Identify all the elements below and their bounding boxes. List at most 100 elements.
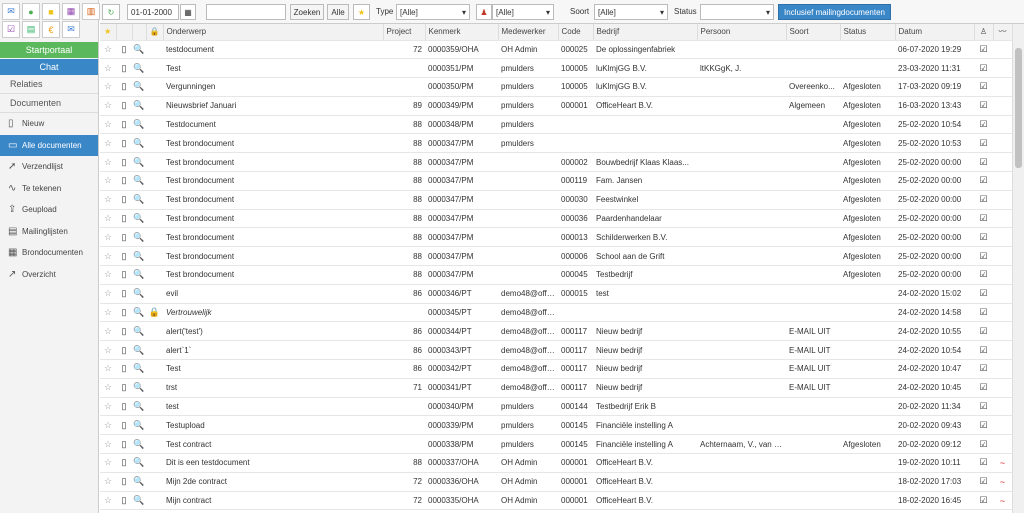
sidebar-item-brondocumenten[interactable]: ▦ Brondocumenten: [0, 242, 98, 264]
favorite-star-icon[interactable]: ☆: [100, 171, 116, 191]
table-row[interactable]: ☆ ▯ 🔍 alert`1` 86 0000343/PT demo48@offi... 000…: [100, 340, 1012, 361]
table-row[interactable]: ☆ ▯ 🔍 Testupload 0000339/PM pmulders 000145 Fin…: [100, 415, 1012, 436]
favorite-star-icon[interactable]: ☆: [100, 133, 116, 154]
status-select[interactable]: ▾: [700, 4, 774, 20]
checkbox-icon[interactable]: ☑: [974, 77, 993, 97]
checkbox-icon[interactable]: ☑: [974, 284, 993, 304]
favorite-star-icon[interactable]: ☆: [100, 491, 116, 511]
col-project[interactable]: Project: [383, 24, 426, 41]
table-row[interactable]: ☆ ▯ 🔍 Mijn 2de contract 72 0000336/OHA OH Admi…: [100, 472, 1012, 492]
checkbox-icon[interactable]: ☑: [974, 491, 993, 511]
preview-search-icon[interactable]: 🔍: [132, 303, 146, 323]
lock-column-icon[interactable]: 🔒: [146, 24, 164, 41]
all-button[interactable]: Alle: [327, 4, 349, 20]
checkbox-icon[interactable]: ☑: [974, 303, 993, 323]
checkbox-icon[interactable]: ☑: [974, 340, 993, 361]
col-onderwerp[interactable]: Onderwerp: [163, 24, 384, 41]
table-row[interactable]: ☆ ▯ 🔍 testdocument 72 0000359/OHA OH Admin 0000…: [100, 40, 1012, 60]
checkbox-icon[interactable]: ☑: [974, 152, 993, 173]
checkbox-icon[interactable]: ☑: [974, 115, 993, 135]
table-row[interactable]: ☆ ▯ 🔍 Test contract 0000338/PM pmulders 000145…: [100, 434, 1012, 455]
sidebar-item-mailinglijsten[interactable]: ▤ Mailinglijsten: [0, 221, 98, 243]
table-row[interactable]: ☆ ▯ 🔍 Test brondocument 88 0000347/PM 000006 Sc…: [100, 246, 1012, 267]
favorite-star-icon[interactable]: ☆: [100, 397, 116, 417]
table-row[interactable]: ☆ ▯ 🔍 Dit is een testdocument 88 0000337/OHA O…: [100, 453, 1012, 473]
checkbox-icon[interactable]: ☑: [974, 246, 993, 267]
star-column-icon[interactable]: ★: [100, 24, 117, 41]
table-row[interactable]: ☆ ▯ 🔍 Test brondocument 88 0000347/PM 000036 Pa…: [100, 209, 1012, 229]
table-row[interactable]: ☆ ▯ 🔍 Mijn contract 72 0000335/OHA OH Admin 000…: [100, 491, 1012, 511]
calendar-picker-icon[interactable]: ▦: [180, 4, 196, 20]
preview-search-icon[interactable]: 🔍: [132, 246, 146, 267]
table-row[interactable]: ☆ ▯ 🔍 Testdocument 88 0000348/PM pmulders Afges…: [100, 115, 1012, 135]
task-icon[interactable]: ☑: [2, 21, 20, 38]
checkbox-icon[interactable]: ☑: [974, 209, 993, 229]
preview-search-icon[interactable]: 🔍: [132, 397, 146, 417]
favorite-star-icon[interactable]: ☆: [100, 40, 116, 60]
date-input[interactable]: 01-01-2000: [127, 4, 179, 20]
sidebar-item-alle-documenten[interactable]: ▭ Alle documenten: [0, 134, 98, 156]
scrollbar-thumb[interactable]: [1015, 48, 1022, 168]
favorite-star-icon[interactable]: ☆: [100, 246, 116, 267]
checkbox-icon[interactable]: ☑: [974, 321, 993, 342]
favorite-star-icon[interactable]: ★: [353, 4, 370, 20]
col-kenmerk[interactable]: Kenmerk: [425, 24, 499, 41]
table-row[interactable]: ☆ ▯ 🔍 Nieuwsbrief Januari 89 0000349/PM pmulde…: [100, 96, 1012, 116]
preview-search-icon[interactable]: 🔍: [132, 359, 146, 379]
checkbox-icon[interactable]: ☑: [974, 40, 993, 60]
chat-icon[interactable]: ●: [22, 3, 40, 20]
favorite-star-icon[interactable]: ☆: [100, 472, 116, 492]
favorite-star-icon[interactable]: ☆: [100, 265, 116, 285]
preview-search-icon[interactable]: 🔍: [132, 472, 146, 492]
preview-search-icon[interactable]: 🔍: [132, 321, 146, 342]
startportaal-button[interactable]: Startportaal: [0, 42, 98, 58]
preview-search-icon[interactable]: 🔍: [132, 133, 146, 154]
include-mailing-button[interactable]: Inclusief mailingdocumenten: [778, 4, 891, 20]
refresh-icon[interactable]: ↻: [102, 4, 120, 20]
sidebar-item-overzicht[interactable]: ↗ Overzicht: [0, 264, 98, 286]
checkbox-icon[interactable]: ☑: [974, 415, 993, 436]
checkbox-icon[interactable]: ☑: [974, 434, 993, 455]
preview-search-icon[interactable]: 🔍: [132, 434, 146, 455]
favorite-star-icon[interactable]: ☆: [100, 321, 116, 342]
table-row[interactable]: ☆ ▯ 🔍 Test brondocument 88 0000347/PM 000119 Fa…: [100, 171, 1012, 191]
table-row[interactable]: ☆ ▯ 🔍 Test brondocument 88 0000347/PM 000013 Sc…: [100, 227, 1012, 248]
user-select[interactable]: [Alle] ▾: [492, 4, 554, 20]
favorite-star-icon[interactable]: ☆: [100, 415, 116, 436]
envelope-icon[interactable]: ✉: [62, 21, 80, 38]
search-input[interactable]: [206, 4, 286, 20]
type-select[interactable]: [Alle] ▾: [396, 4, 470, 20]
preview-search-icon[interactable]: 🔍: [132, 115, 146, 135]
favorite-star-icon[interactable]: ☆: [100, 77, 116, 97]
col-soort[interactable]: Soort: [786, 24, 841, 41]
table-row[interactable]: ☆ ▯ 🔍 Test brondocument 88 0000347/PM 000030 Fe…: [100, 190, 1012, 210]
favorite-star-icon[interactable]: ☆: [100, 359, 116, 379]
col-medewerker[interactable]: Medewerker: [498, 24, 559, 41]
table-row[interactable]: ☆ ▯ 🔍 evil 86 0000346/PT demo48@offi... 000015 t…: [100, 284, 1012, 304]
checkbox-icon[interactable]: ☑: [974, 397, 993, 417]
sidebar-item-verzendlijst[interactable]: ➚ Verzendlijst: [0, 156, 98, 178]
favorite-star-icon[interactable]: ☆: [100, 152, 116, 173]
favorite-star-icon[interactable]: ☆: [100, 453, 116, 473]
sidebar-item-nieuw[interactable]: ▯ Nieuw: [0, 113, 98, 135]
mail-icon[interactable]: ✉: [2, 3, 20, 20]
preview-search-icon[interactable]: 🔍: [132, 171, 146, 191]
signature-column-icon[interactable]: 〰: [993, 24, 1012, 41]
table-row[interactable]: ☆ ▯ 🔍 Test brondocument 88 0000347/PM 000045 Te…: [100, 265, 1012, 285]
favorite-star-icon[interactable]: ☆: [100, 227, 116, 248]
favorite-star-icon[interactable]: ☆: [100, 434, 116, 455]
table-row[interactable]: ☆ ▯ 🔍 Vergunningen 0000350/PM pmulders 100005 l…: [100, 77, 1012, 97]
table-row[interactable]: ☆ ▯ 🔍 Test 0000351/PM pmulders 100005 luKlmjGG …: [100, 58, 1012, 79]
search-button[interactable]: Zoeken: [290, 4, 324, 20]
preview-search-icon[interactable]: 🔍: [132, 415, 146, 436]
checkbox-icon[interactable]: ☑: [974, 133, 993, 154]
table-row[interactable]: ☆ ▯ 🔍 test 0000340/PM pmulders 000144 Testbedri…: [100, 397, 1012, 417]
preview-search-icon[interactable]: 🔍: [132, 190, 146, 210]
checkbox-icon[interactable]: ☑: [974, 453, 993, 473]
preview-search-icon[interactable]: 🔍: [132, 152, 146, 173]
table-row[interactable]: ☆ ▯ 🔍 Test brondocument 88 0000347/PM pmulders…: [100, 133, 1012, 154]
checkbox-icon[interactable]: ☑: [974, 171, 993, 191]
preview-search-icon[interactable]: 🔍: [132, 378, 146, 398]
preview-search-icon[interactable]: 🔍: [132, 227, 146, 248]
documenten-section[interactable]: Documenten: [0, 94, 98, 113]
